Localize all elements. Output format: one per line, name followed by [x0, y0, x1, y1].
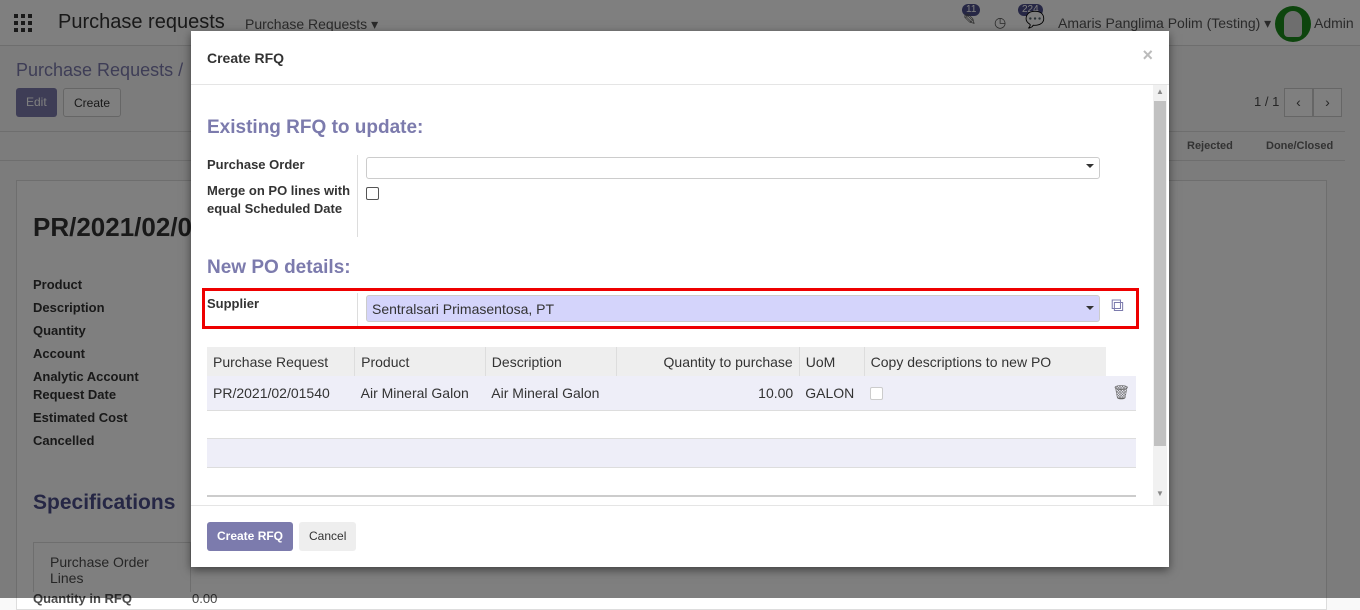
col-actions [1106, 347, 1136, 376]
create-rfq-button[interactable]: Create RFQ [207, 522, 294, 551]
cell-purchase-request[interactable]: PR/2021/02/01540 [207, 376, 355, 411]
cancel-button[interactable]: Cancel [299, 522, 357, 551]
purchase-order-select[interactable] [366, 157, 1100, 179]
close-icon[interactable]: × [1142, 45, 1153, 66]
create-rfq-dialog: Create RFQ × Existing RFQ to update: Pur… [191, 31, 1169, 567]
empty-row [207, 410, 1136, 438]
dialog-footer: Create RFQ Cancel [191, 505, 1169, 567]
table-header: Purchase Request Product Description Qua… [207, 347, 1136, 376]
empty-row [207, 437, 1136, 468]
cell-product[interactable]: Air Mineral Galon [354, 376, 486, 411]
caret-down-icon [1086, 164, 1094, 168]
scroll-up-icon[interactable]: ▲ [1156, 87, 1164, 96]
cell-quantity[interactable]: 10.00 [616, 376, 800, 411]
scroll-down-icon[interactable]: ▼ [1156, 489, 1164, 498]
dialog-scrollbar[interactable]: ▲ ▼ [1153, 85, 1167, 505]
lines-table: Purchase Request Product Description Qua… [207, 347, 1136, 468]
dialog-header: Create RFQ × [191, 31, 1169, 85]
existing-rfq-heading: Existing RFQ to update: [207, 117, 424, 138]
col-quantity[interactable]: Quantity to purchase [615, 347, 800, 376]
cell-uom[interactable]: GALON [799, 376, 865, 411]
new-po-heading: New PO details: [207, 257, 351, 278]
scroll-thumb[interactable] [1154, 101, 1166, 446]
dialog-body: Existing RFQ to update: Purchase Order M… [191, 85, 1169, 505]
col-product[interactable]: Product [354, 347, 486, 376]
delete-row-icon[interactable]: 🗑 [1106, 376, 1136, 411]
table-footer-line [207, 495, 1136, 497]
dialog-title: Create RFQ [207, 50, 285, 66]
table-row[interactable]: PR/2021/02/01540 Air Mineral Galon Air M… [207, 376, 1136, 411]
cell-description[interactable]: Air Mineral Galon [485, 376, 617, 411]
col-uom[interactable]: UoM [798, 347, 865, 376]
copy-descriptions-checkbox[interactable] [870, 386, 884, 400]
col-description[interactable]: Description [484, 347, 617, 376]
cell-copy-descriptions[interactable] [864, 376, 1107, 411]
merge-label: Merge on PO lines with equal Scheduled D… [207, 183, 351, 216]
merge-checkbox[interactable] [366, 187, 379, 200]
purchase-order-label: Purchase Order [207, 157, 305, 172]
divider [357, 155, 358, 237]
supplier-highlight [202, 288, 1139, 329]
col-copy-descriptions[interactable]: Copy descriptions to new PO [863, 347, 1107, 376]
col-purchase-request[interactable]: Purchase Request [207, 347, 355, 376]
